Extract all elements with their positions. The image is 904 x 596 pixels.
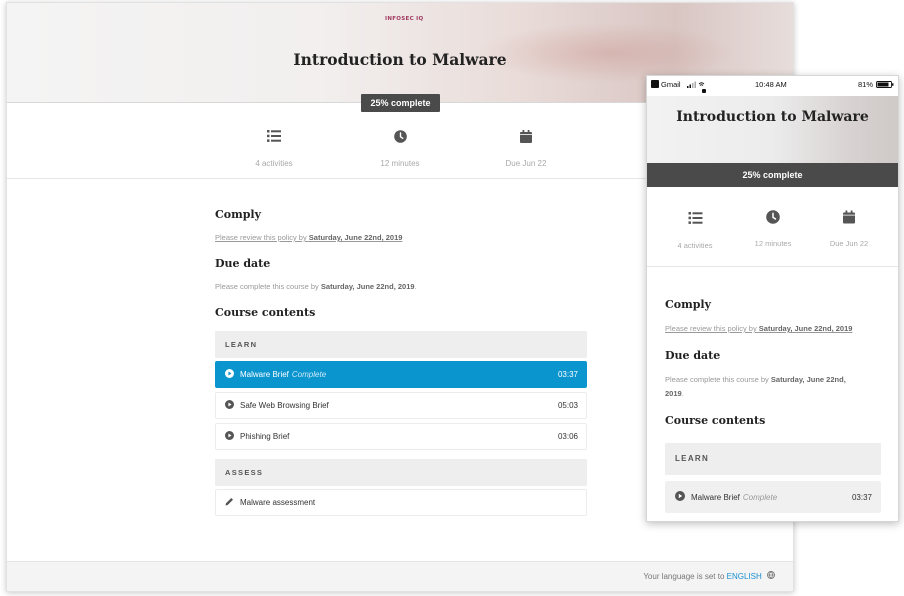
activity-duration: 05:03 xyxy=(557,401,578,410)
play-icon xyxy=(675,491,685,503)
play-icon xyxy=(225,400,234,411)
mobile-due-date-heading: Due date xyxy=(665,349,721,362)
mobile-status-bar: Gmail 10:48 AM 81% xyxy=(647,76,898,96)
activity-duration: 03:06 xyxy=(557,432,578,441)
activity-name: Phishing Brief xyxy=(240,432,290,441)
mobile-course-window: Gmail 10:48 AM 81% Introduction to Malwa… xyxy=(646,75,899,522)
progress-badge: 25% complete xyxy=(361,94,440,112)
mobile-course-content: Comply Please review this policy by Satu… xyxy=(665,298,881,513)
mobile-stat-activities-label: 4 activities xyxy=(677,241,713,250)
mobile-course-title: Introduction to Malware xyxy=(676,109,869,125)
section-header-learn: LEARN xyxy=(215,331,587,358)
stat-duration: 12 minutes xyxy=(335,127,465,168)
activity-status: Complete xyxy=(291,370,327,379)
back-app-icon[interactable] xyxy=(651,80,659,88)
mobile-progress-bar: 25% complete xyxy=(647,163,898,187)
mobile-stat-duration-label: 12 minutes xyxy=(754,239,792,248)
clock-icon xyxy=(731,209,815,228)
activity-duration: 03:37 xyxy=(851,492,872,502)
course-content: Comply Please review this policy by Satu… xyxy=(215,208,587,516)
mobile-section-header-learn: LEARN xyxy=(665,443,881,475)
mobile-stat-due-label: Due Jun 22 xyxy=(829,239,869,248)
activity-name: Malware Brief Complete xyxy=(240,370,327,379)
due-date-heading: Due date xyxy=(215,257,271,270)
activity-row-phishing-brief[interactable]: Phishing Brief 03:06 xyxy=(215,423,587,450)
lock-icon xyxy=(702,89,706,93)
stat-due-label: Due Jun 22 xyxy=(505,159,547,168)
mobile-hero-banner xyxy=(647,96,898,163)
course-contents-heading: Course contents xyxy=(215,306,316,319)
mobile-stat-activities: 4 activities xyxy=(653,209,737,250)
calendar-icon xyxy=(807,209,891,228)
section-learn: LEARN Malware Brief Complete 03:37 Safe W… xyxy=(215,331,587,450)
activity-name: Malware assessment xyxy=(240,498,316,507)
stat-duration-label: 12 minutes xyxy=(380,159,420,168)
course-title: Introduction to Malware xyxy=(293,50,507,69)
mobile-stat-duration: 12 minutes xyxy=(731,209,815,248)
comply-policy-link[interactable]: Please review this policy by Saturday, J… xyxy=(215,233,587,242)
section-assess: ASSESS Malware assessment xyxy=(215,459,587,516)
mobile-course-contents-heading: Course contents xyxy=(665,414,766,427)
comply-heading: Comply xyxy=(215,208,261,221)
language-link[interactable]: ENGLISH xyxy=(727,572,762,581)
language-footer: Your language is set to ENGLISH xyxy=(7,561,793,591)
status-app-name[interactable]: Gmail xyxy=(661,80,681,89)
mobile-activity-row-malware-brief[interactable]: Malware Brief Complete 03:37 xyxy=(665,481,881,513)
list-icon xyxy=(209,127,339,145)
clock-icon xyxy=(335,127,465,145)
infosec-iq-logo: INFOSEC IQ xyxy=(385,16,424,22)
activity-duration: 03:37 xyxy=(557,370,578,379)
mobile-course-stats: 4 activities 12 minutes Due Jun 22 xyxy=(647,187,898,267)
calendar-icon xyxy=(461,127,591,145)
mobile-comply-policy-link[interactable]: Please review this policy by Saturday, J… xyxy=(665,322,881,336)
status-battery: 81% xyxy=(858,80,874,89)
play-icon xyxy=(225,431,234,442)
list-icon xyxy=(653,209,737,228)
section-header-assess: ASSESS xyxy=(215,459,587,486)
activity-row-safe-web-browsing[interactable]: Safe Web Browsing Brief 05:03 xyxy=(215,392,587,419)
activity-row-malware-assessment[interactable]: Malware assessment xyxy=(215,489,587,516)
activity-name: Malware Brief Complete xyxy=(691,492,778,502)
mobile-stat-due: Due Jun 22 xyxy=(807,209,891,248)
stat-activities: 4 activities xyxy=(209,127,339,168)
battery-icon xyxy=(876,81,894,90)
stat-activities-label: 4 activities xyxy=(255,159,293,168)
stat-due: Due Jun 22 xyxy=(461,127,591,168)
status-time: 10:48 AM xyxy=(755,80,787,89)
pencil-icon xyxy=(225,497,234,508)
activity-status: Complete xyxy=(742,492,778,502)
globe-icon[interactable] xyxy=(767,562,775,591)
play-icon xyxy=(225,369,234,380)
activity-row-malware-brief[interactable]: Malware Brief Complete 03:37 xyxy=(215,361,587,388)
mobile-comply-heading: Comply xyxy=(665,298,711,311)
activity-name: Safe Web Browsing Brief xyxy=(240,401,329,410)
mobile-due-date-text: Please complete this course by Saturday,… xyxy=(665,375,846,398)
due-date-text: Please complete this course by Saturday,… xyxy=(215,282,417,291)
